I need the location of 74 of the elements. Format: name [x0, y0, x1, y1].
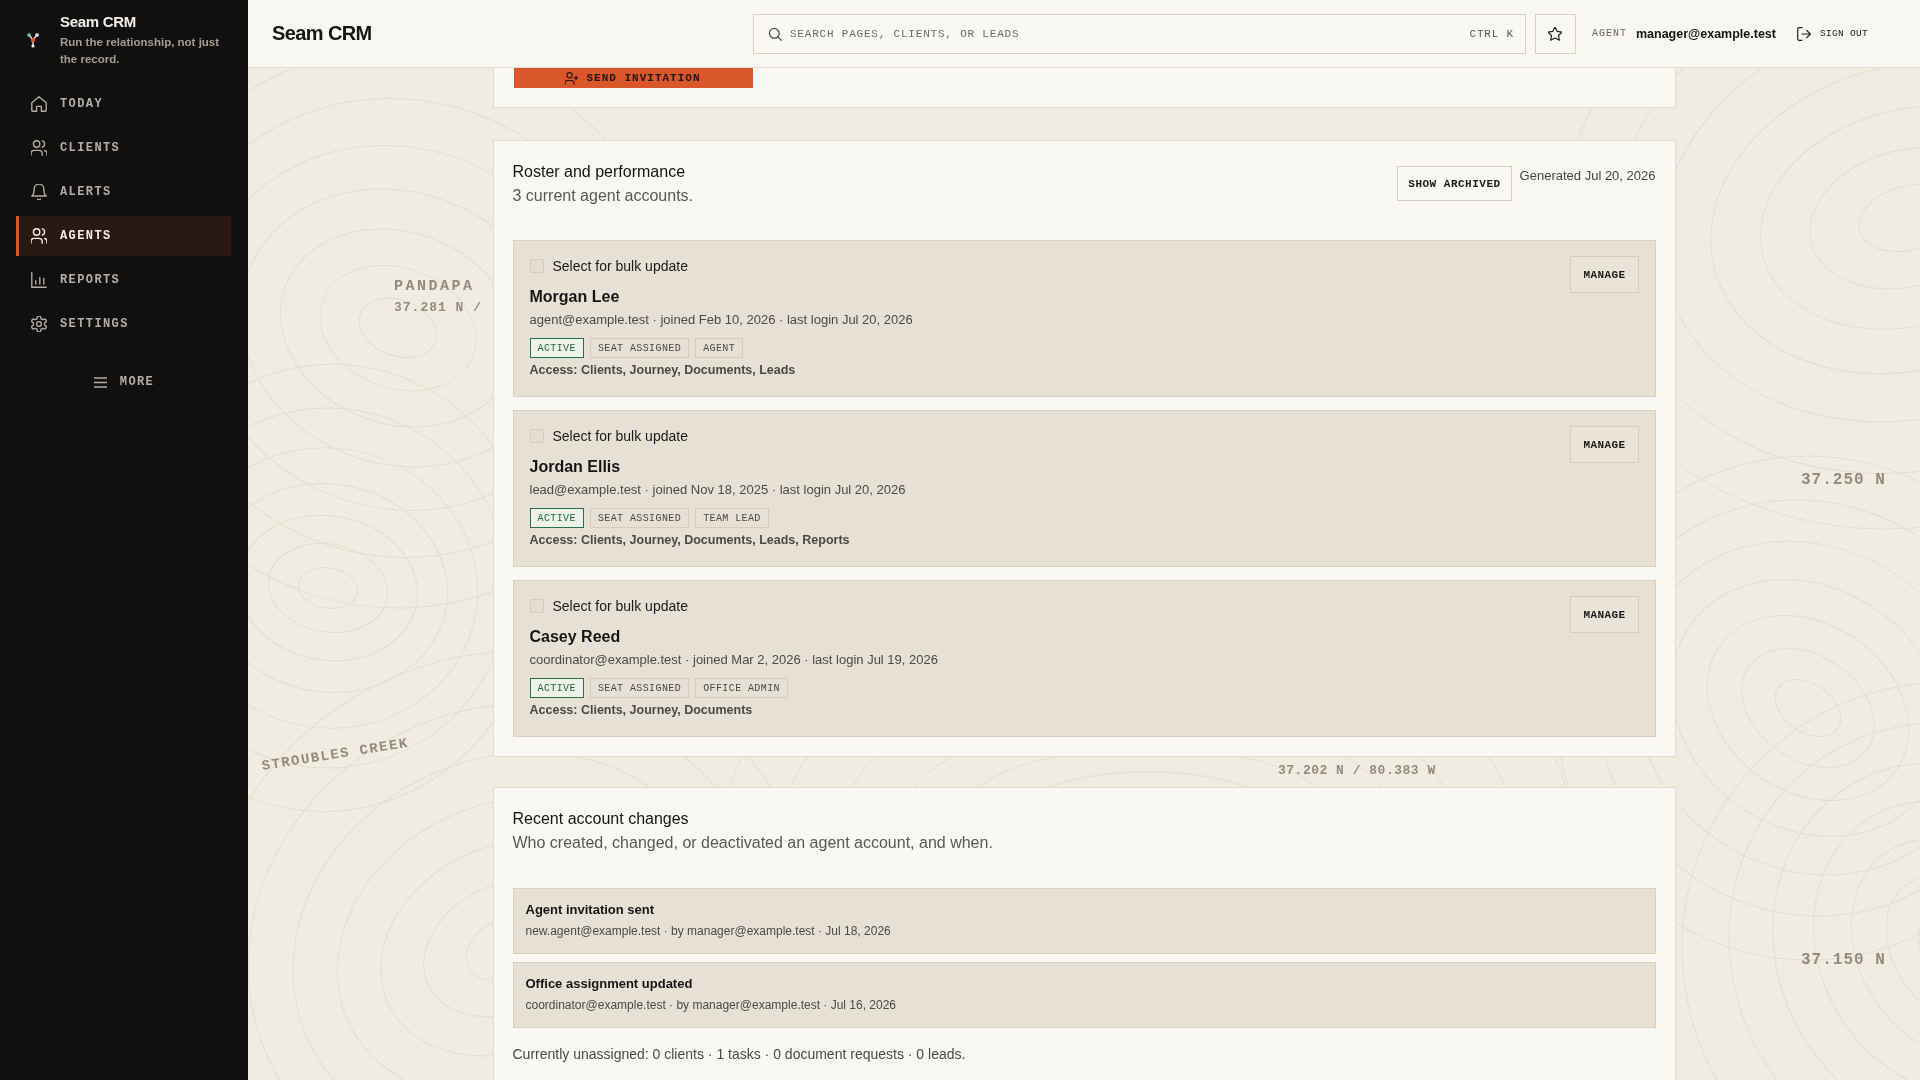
user-email: manager@example.test — [1635, 26, 1776, 41]
role-tag: SEAT ASSIGNED — [589, 508, 690, 528]
user-plus-icon — [565, 71, 579, 85]
logo-icon — [27, 32, 39, 48]
users-icon — [31, 228, 47, 244]
bar-chart-icon — [31, 272, 47, 288]
status-badge: ACTIVE — [529, 338, 584, 358]
section-title: Recent account changes — [512, 809, 690, 829]
nav-item[interactable]: REPORTS — [16, 260, 231, 300]
favorite-button[interactable] — [1534, 13, 1576, 54]
role-tag: SEAT ASSIGNED — [589, 338, 690, 358]
sign-out-button[interactable]: SIGN OUT — [1797, 26, 1868, 41]
activity-title: Agent invitation sent — [525, 901, 655, 919]
users-icon — [31, 140, 47, 156]
status-badge: ACTIVE — [529, 508, 584, 528]
checkbox-label[interactable]: Select for bulk update — [552, 598, 688, 614]
sign-out-icon — [1797, 26, 1811, 41]
keyboard-shortcut: CTRL K — [1469, 27, 1514, 40]
menu-icon — [93, 376, 107, 388]
section-title: Roster and performance — [512, 162, 687, 182]
access-list: Access: Clients, Journey, Documents, Leads, Reports — [529, 531, 850, 549]
role-tag: AGENT — [695, 338, 744, 358]
generated-date: Generated Jul 20, 2026 — [1519, 167, 1656, 185]
bell-icon — [31, 184, 47, 200]
nav-item[interactable]: SETTINGS — [16, 304, 231, 344]
search-input[interactable]: SEARCH PAGES, CLIENTS, OR LEADS — [789, 23, 1462, 44]
activity-title: Office assignment updated — [525, 975, 693, 993]
nav-item[interactable]: CLIENTS — [16, 128, 231, 168]
nav-item[interactable]: AGENTS — [16, 216, 231, 256]
checkbox-label[interactable]: Select for bulk update — [552, 258, 688, 274]
user-role: AGENT — [1591, 28, 1627, 39]
map-label: 37.250 N — [1801, 470, 1886, 490]
agent-details: coordinator@example.test · joined Mar 2, 2026 · last login Jul 19, 2026 — [529, 651, 938, 669]
map-label: STROUBLES CREEK — [260, 734, 411, 776]
agent-details: lead@example.test · joined Nov 18, 2025 · last login Jul 20, 2026 — [529, 481, 906, 499]
activity-details: coordinator@example.test · by manager@example.test · Jul 16, 2026 — [525, 997, 897, 1014]
manage-button[interactable]: MANAGE — [1570, 596, 1639, 633]
search-icon — [767, 26, 782, 41]
role-tag: TEAM LEAD — [695, 508, 769, 528]
agent-details: agent@example.test · joined Feb 10, 2026 · last login Jul 20, 2026 — [529, 311, 913, 329]
map-label: 37.281 N / — [394, 300, 482, 317]
settings-icon — [31, 316, 47, 332]
nav-item[interactable]: ALERTS — [16, 172, 231, 212]
map-label: PANDAPA — [394, 278, 475, 297]
star-icon — [1548, 26, 1563, 41]
search-field[interactable]: SEARCH PAGES, CLIENTS, OR LEADS CTRL K — [752, 13, 1526, 54]
checkbox-label[interactable]: Select for bulk update — [552, 428, 688, 444]
section-subtitle: Who created, changed, or deactivated an agent account, and when. — [512, 833, 994, 853]
checkbox[interactable] — [529, 599, 544, 613]
home-icon — [31, 96, 47, 112]
nav-item[interactable]: TODAY — [16, 84, 231, 124]
page-brand-title: Seam CRM — [272, 22, 372, 45]
map-label: 37.202 N / 80.383 W — [1278, 763, 1436, 780]
checkbox[interactable] — [529, 259, 544, 273]
section-subtitle: 3 current agent accounts. — [512, 186, 694, 206]
app-tagline: Run the relationship, not just the record. — [60, 35, 221, 67]
access-list: Access: Clients, Journey, Documents — [529, 701, 753, 719]
app-name: Seam CRM — [60, 12, 137, 32]
agent-name: Morgan Lee — [529, 287, 620, 307]
unassigned-summary: Currently unassigned: 0 clients · 1 tasks · 0 document requests · 0 leads. — [512, 1045, 967, 1064]
access-list: Access: Clients, Journey, Documents, Leads — [529, 361, 796, 379]
role-tag: OFFICE ADMIN — [695, 678, 788, 698]
map-label: 37.150 N — [1801, 950, 1886, 970]
more-button[interactable]: MORE — [93, 366, 155, 398]
manage-button[interactable]: MANAGE — [1570, 426, 1639, 463]
send-invitation-button[interactable]: SEND INVITATION — [513, 68, 753, 88]
status-badge: ACTIVE — [529, 678, 584, 698]
manage-button[interactable]: MANAGE — [1570, 256, 1639, 293]
agent-name: Casey Reed — [529, 627, 621, 647]
show-archived-button[interactable]: SHOW ARCHIVED — [1397, 166, 1512, 201]
agent-name: Jordan Ellis — [529, 457, 621, 477]
role-tag: SEAT ASSIGNED — [589, 678, 690, 698]
checkbox[interactable] — [529, 429, 544, 443]
activity-details: new.agent@example.test · by manager@example.test · Jul 18, 2026 — [525, 923, 891, 940]
